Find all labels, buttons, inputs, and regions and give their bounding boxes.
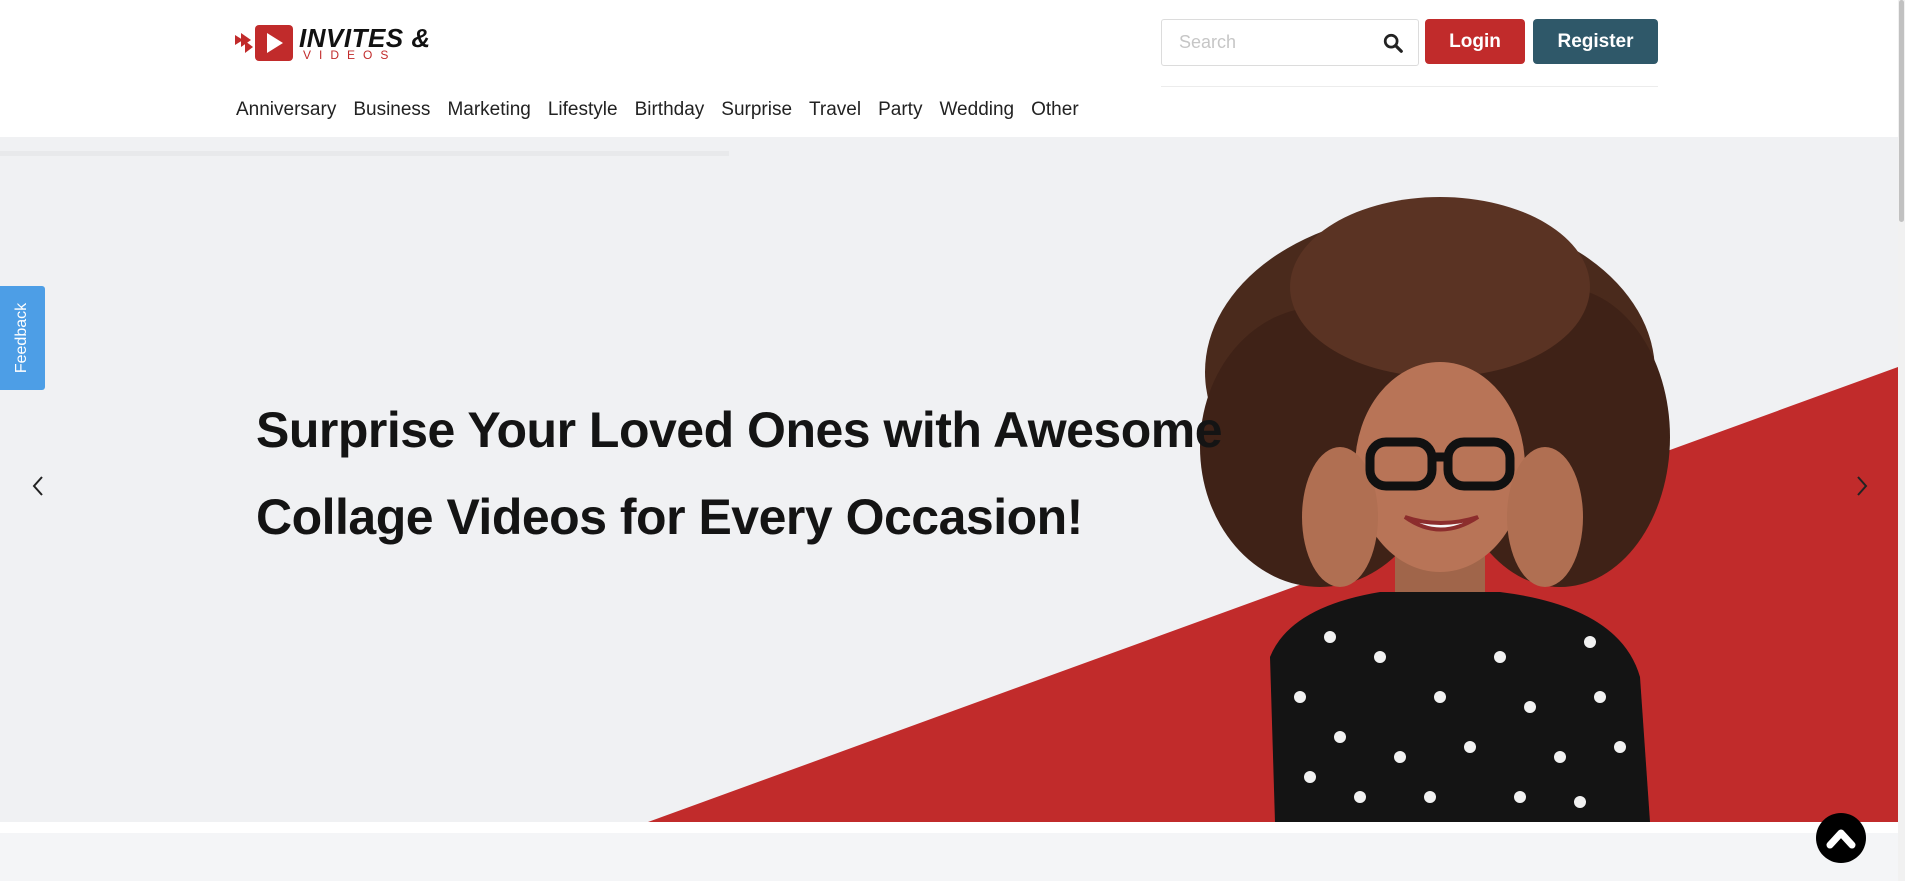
feedback-label: Feedback bbox=[13, 302, 31, 374]
back-to-top-button[interactable] bbox=[1816, 813, 1866, 863]
content-strip bbox=[0, 833, 1898, 881]
nav-item-anniversary[interactable]: Anniversary bbox=[236, 99, 336, 121]
hero-headline: Surprise Your Loved Ones with Awesome Co… bbox=[256, 387, 1223, 561]
nav-item-lifestyle[interactable]: Lifestyle bbox=[548, 99, 618, 121]
feedback-tab[interactable]: Feedback bbox=[0, 286, 45, 390]
hero-headline-line2: Collage Videos for Every Occasion! bbox=[256, 489, 1083, 545]
hero-headline-line1: Surprise Your Loved Ones with Awesome bbox=[256, 402, 1223, 458]
nav-item-business[interactable]: Business bbox=[353, 99, 430, 121]
search-box bbox=[1161, 19, 1419, 66]
search-input[interactable] bbox=[1162, 20, 1372, 65]
logo-play-icon bbox=[235, 25, 293, 61]
nav-item-wedding[interactable]: Wedding bbox=[939, 99, 1014, 121]
nav-item-birthday[interactable]: Birthday bbox=[635, 99, 705, 121]
nav-item-party[interactable]: Party bbox=[878, 99, 922, 121]
login-button[interactable]: Login bbox=[1425, 19, 1525, 64]
page-scrollbar[interactable] bbox=[1898, 0, 1905, 881]
site-header: INVITES & VIDEOS Login Register Annivers… bbox=[0, 0, 1905, 137]
search-icon[interactable] bbox=[1382, 32, 1404, 54]
nav-item-travel[interactable]: Travel bbox=[809, 99, 861, 121]
site-logo[interactable]: INVITES & VIDEOS bbox=[235, 20, 445, 66]
chevron-right-icon[interactable] bbox=[1850, 471, 1874, 501]
chevron-left-icon[interactable] bbox=[26, 471, 50, 501]
nav-item-surprise[interactable]: Surprise bbox=[721, 99, 792, 121]
hero-slider: Surprise Your Loved Ones with Awesome Co… bbox=[0, 137, 1898, 822]
category-nav: Anniversary Business Marketing Lifestyle… bbox=[236, 99, 1079, 121]
chevron-up-icon bbox=[1826, 829, 1856, 849]
register-button[interactable]: Register bbox=[1533, 19, 1658, 64]
nav-item-marketing[interactable]: Marketing bbox=[447, 99, 530, 121]
header-divider bbox=[1161, 86, 1658, 87]
scrollbar-thumb[interactable] bbox=[1899, 0, 1904, 222]
nav-item-other[interactable]: Other bbox=[1031, 99, 1079, 121]
